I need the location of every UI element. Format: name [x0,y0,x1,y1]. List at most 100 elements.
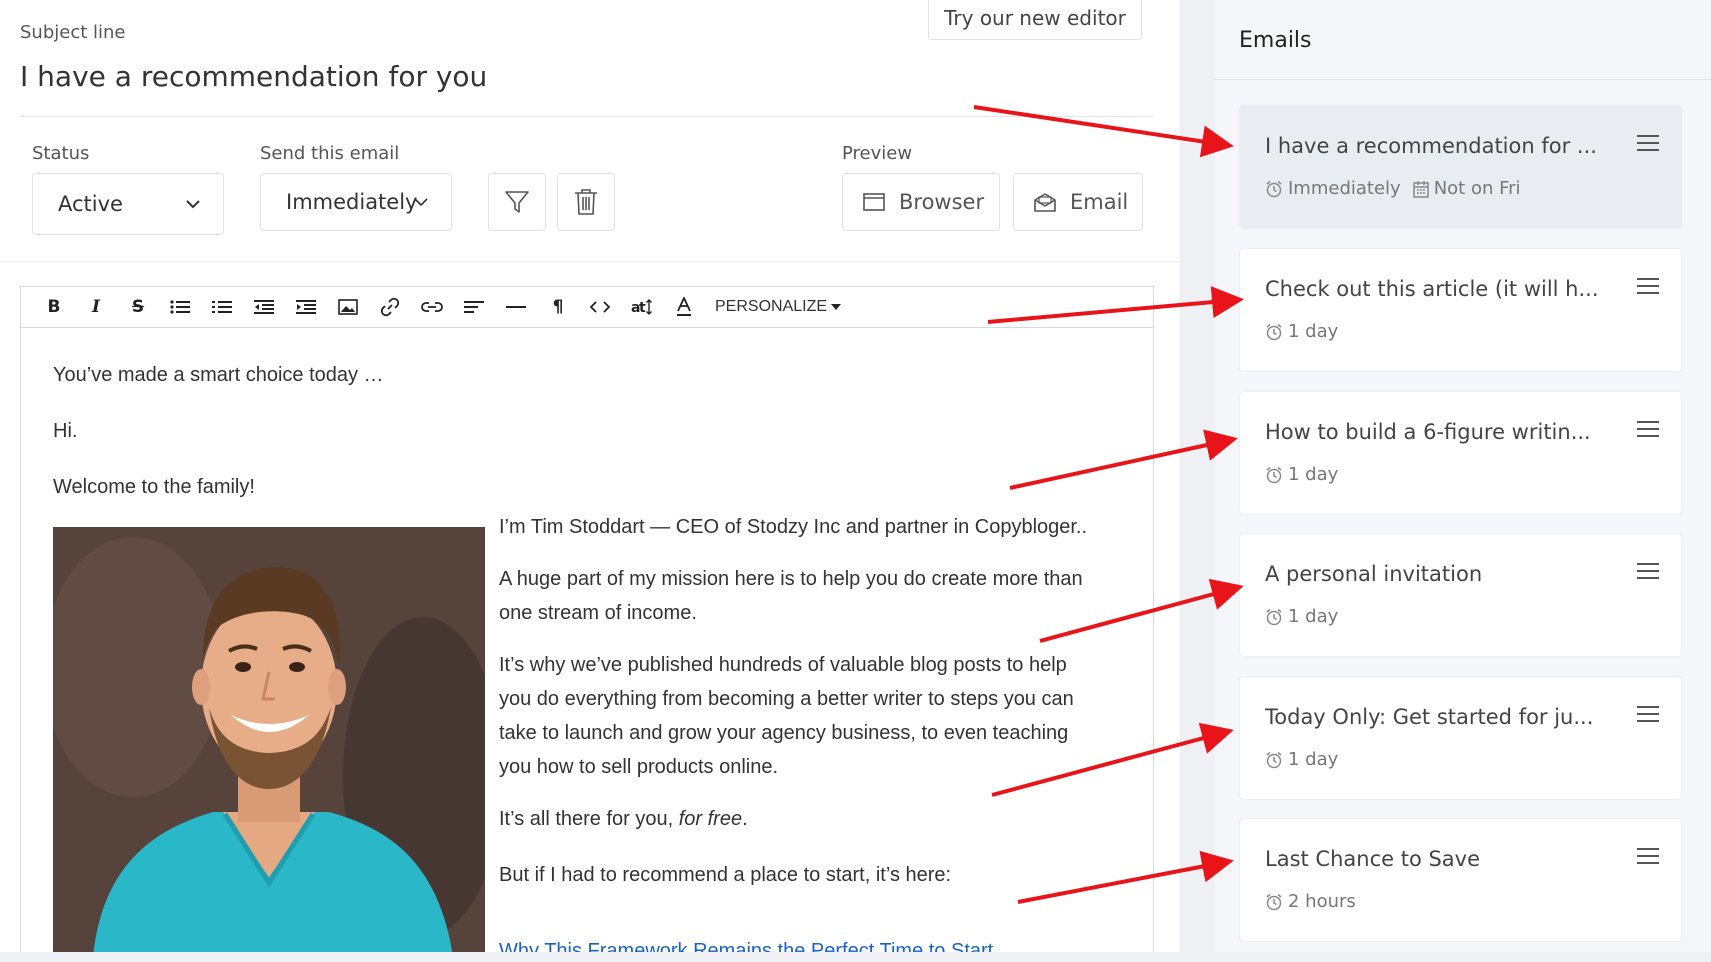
send-email-label: Send this email [260,143,400,164]
preview-email-button[interactable]: Email [1013,173,1143,231]
divider [20,116,1154,117]
preview-browser-label: Browser [899,190,985,214]
body-paragraph-line: you do everything from becoming a better… [499,688,1074,710]
insert-image-button[interactable] [327,292,369,322]
email-card-meta: 1 day [1265,321,1338,342]
filter-button[interactable] [488,173,546,231]
alarm-clock-icon [1266,180,1282,197]
email-body-editor[interactable]: You’ve made a smart choice today … Hi. W… [20,328,1154,952]
email-card[interactable]: Today Only: Get started for ju... 1 day [1239,676,1682,800]
hamburger-menu-icon[interactable] [1637,847,1659,865]
numbered-list-icon [212,301,232,313]
email-card-title: Check out this article (it will h... [1265,277,1599,301]
browser-window-icon [863,193,885,211]
horizontal-rule-button[interactable] [495,292,537,322]
try-new-editor-button[interactable]: Try our new editor [928,0,1142,40]
email-delay: 1 day [1288,321,1339,342]
editor-toolbar: B I S ¶ a t PERSONALIZE [20,286,1154,328]
pane-separator [1180,0,1215,962]
code-icon [590,301,610,313]
indent-icon [296,300,316,314]
email-card-title: How to build a 6-figure writin... [1265,420,1591,444]
preview-browser-button[interactable]: Browser [842,173,1000,231]
numbered-list-button[interactable] [201,292,243,322]
alarm-clock-icon [1266,466,1282,483]
chain-link-icon [421,302,443,312]
preview-label: Preview [842,143,913,164]
hamburger-menu-icon[interactable] [1637,277,1659,295]
horizontal-rule-icon [506,306,526,308]
unlink-button[interactable] [411,292,453,322]
personalize-dropdown[interactable]: PERSONALIZE [715,298,842,316]
alarm-clock-icon [1266,893,1282,910]
chevron-down-icon [186,200,200,209]
email-editor-pane: Subject line I have a recommendation for… [0,0,1180,962]
hamburger-menu-icon[interactable] [1637,134,1659,152]
send-timing-select[interactable]: Immediately [260,173,452,231]
preview-email-label: Email [1070,190,1129,214]
body-paragraph: I’m Tim Stoddart — CEO of Stodzy Inc and… [499,516,1088,538]
body-paragraph: Hi. [53,420,78,442]
status-label: Status [32,143,90,164]
email-card-meta: Immediately Not on Fri [1265,178,1521,199]
hamburger-menu-icon[interactable] [1637,705,1659,723]
text-size-button[interactable]: at [621,292,663,322]
code-button[interactable] [579,292,621,322]
body-text: . [742,808,748,830]
trash-icon [575,189,597,215]
send-timing-value: Immediately [286,190,418,214]
strikethrough-button[interactable]: S [117,292,159,322]
status-select[interactable]: Active [32,173,224,235]
email-card-title: I have a recommendation for ... [1265,134,1597,158]
bullet-list-button[interactable] [159,292,201,322]
email-card[interactable]: How to build a 6-figure writin... 1 day [1239,391,1682,515]
paragraph-button[interactable]: ¶ [537,292,579,322]
emails-heading: Emails [1239,28,1312,53]
personalize-label: PERSONALIZE [715,298,828,315]
email-delay: 2 hours [1288,891,1356,912]
email-card[interactable]: Check out this article (it will h... 1 d… [1239,248,1682,372]
email-card-title: A personal invitation [1265,562,1483,586]
email-card-title: Last Chance to Save [1265,847,1481,871]
email-card-meta: 1 day [1265,464,1338,485]
outdent-icon [254,300,274,314]
filter-icon [505,191,529,213]
bullet-list-icon [170,300,190,314]
email-card[interactable]: Last Chance to Save 2 hours [1239,818,1682,942]
bold-button[interactable]: B [33,292,75,322]
text-color-icon [677,297,691,316]
align-left-icon [464,301,484,313]
email-card-meta: 1 day [1265,749,1338,770]
outdent-button[interactable] [243,292,285,322]
divider [0,261,1180,262]
align-button[interactable] [453,292,495,322]
indent-button[interactable] [285,292,327,322]
email-card-title: Today Only: Get started for ju... [1265,705,1594,729]
insert-link-button[interactable] [369,292,411,322]
body-text: It’s all there for you, [499,808,679,830]
alarm-clock-icon [1266,751,1282,768]
email-card[interactable]: A personal invitation 1 day [1239,533,1682,657]
delete-button[interactable] [557,173,615,231]
subject-line-label: Subject line [20,22,126,43]
emails-sidebar: Emails I have a recommendation for ... I… [1215,0,1711,962]
article-link[interactable]: Why This Framework Remains the Perfect T… [499,940,993,952]
text-size-icon: at [631,299,652,316]
email-delay: Immediately [1288,178,1401,199]
body-paragraph: But if I had to recommend a place to sta… [499,864,952,886]
bottom-margin [0,952,1711,962]
email-card[interactable]: I have a recommendation for ... Immediat… [1239,105,1682,229]
caret-down-icon [831,304,842,310]
italic-icon: I [92,297,100,317]
calendar-icon [1412,180,1429,198]
body-paragraph-line: you how to sell products online. [499,756,779,778]
hamburger-menu-icon[interactable] [1637,420,1659,438]
italic-button[interactable]: I [75,292,117,322]
body-paragraph-line: one stream of income. [499,602,697,624]
hamburger-menu-icon[interactable] [1637,562,1659,580]
chevron-down-icon [414,198,428,207]
email-delay: 1 day [1288,749,1339,770]
subject-line-field[interactable]: I have a recommendation for you [20,60,487,93]
email-card-meta: 1 day [1265,606,1338,627]
text-color-button[interactable] [663,292,705,322]
